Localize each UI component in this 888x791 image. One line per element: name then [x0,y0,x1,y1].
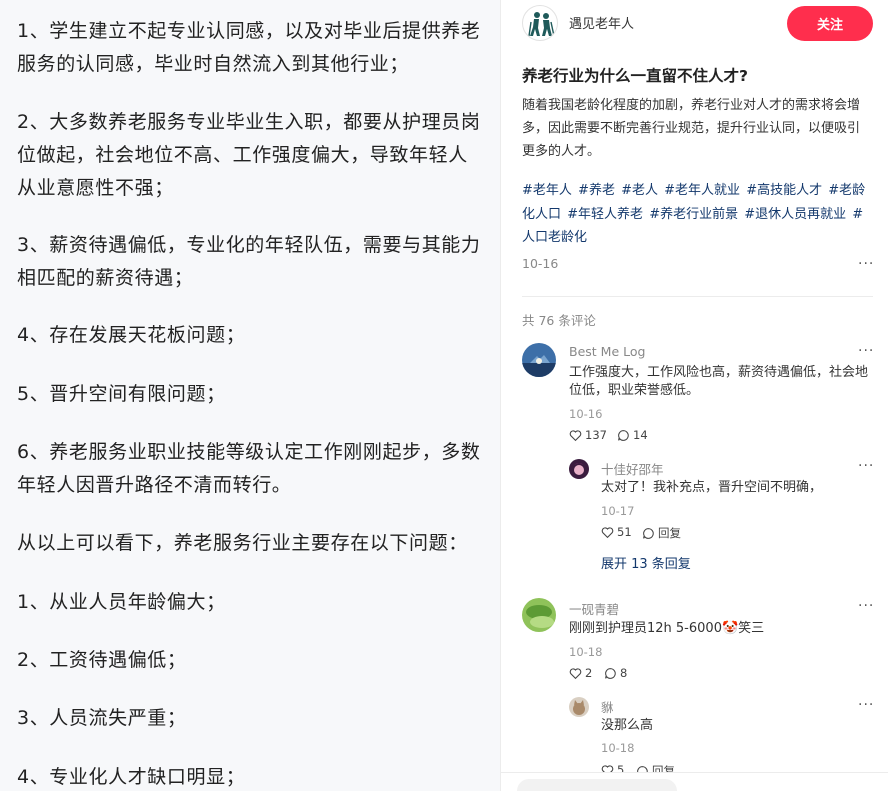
tag-link[interactable]: #养老行业前景 [649,207,738,222]
reply-button[interactable]: 14 [617,428,648,442]
heart-icon [569,667,582,679]
chat-bubble-icon [605,667,616,679]
tag-link[interactable]: #年轻人养老 [567,207,643,222]
follow-button[interactable]: 关注 [787,6,873,41]
image-paragraph-5: 5、晋升空间有限问题； [17,383,226,405]
post-date: 10-16 [522,256,559,271]
heart-icon [569,429,582,441]
reply-author[interactable]: 十佳好邵年 [601,459,664,478]
reply-text: 太对了！我补充点，晋升空间不明确， [601,480,823,495]
like-count: 137 [585,428,607,442]
tag-link[interactable]: #老年人就业 [664,183,740,198]
comment-text: 刚刚到护理员12h 5-6000🤡笑三 [569,621,765,636]
post-body: 随着我国老龄化程度的加剧，养老行业对人才的需求将会增多，因此需要不断完善行业规范… [522,98,861,159]
post-more-button[interactable]: ··· [858,256,874,272]
like-button[interactable]: 51 [601,525,632,539]
comment-count: 共 76 条评论 [522,313,596,328]
tag-list: #老年人 #养老 #老人 #老年人就业 #高技能人才 #老龄化人口 #年轻人养老… [522,179,876,250]
tag-link[interactable]: #退休人员再就业 [744,207,846,222]
comment-date: 10-16 [569,407,603,421]
image-paragraph-3: 3、薪资待遇偏低，专业化的年轻队伍，需要与其能力相匹配的薪资待遇； [17,234,481,289]
avatar[interactable] [522,343,556,377]
comment-text: 工作强度大，工作风险也高，薪资待遇偏低，社会地位低，职业荣誉感低。 [569,365,869,398]
chat-bubble-icon [643,527,654,539]
author-avatar[interactable] [522,5,558,41]
like-count: 51 [617,525,632,539]
cat-photo-icon [569,697,589,717]
comment-more-button[interactable]: ··· [858,343,874,359]
tag-link[interactable]: #老年人 [522,183,572,198]
elderly-couple-icon [528,12,555,37]
image-paragraph-8: 1、从业人员年龄偏大； [17,591,226,613]
like-count: 2 [585,666,593,680]
note-detail-window: 1、学生建立不起专业认同感，以及对毕业后提供养老服务的认同感，毕业时自然流入到其… [0,0,888,791]
heart-icon [601,526,614,538]
image-paragraph-9: 2、工资待遇偏低； [17,649,187,671]
like-button[interactable]: 137 [569,428,607,442]
divider [522,296,873,297]
comment-author[interactable]: Best Me Log [569,344,645,359]
like-button[interactable]: 2 [569,666,592,680]
reply-more-button[interactable]: ··· [858,458,874,474]
chat-bubble-icon [618,429,629,441]
reply-author[interactable]: 貅 [601,697,614,716]
author-name[interactable]: 遇见老年人 [569,13,634,32]
tag-link[interactable]: #老人 [621,183,658,198]
post-title: 养老行业为什么一直留不住人才? [522,67,748,85]
reply-date: 10-17 [601,504,635,518]
lake-photo-icon [522,343,556,377]
reply-count: 14 [633,428,648,442]
tag-link[interactable]: #养老 [578,183,615,198]
image-paragraph-7: 从以上可以看下，养老服务行业主要存在以下问题： [17,532,468,554]
comment-more-button[interactable]: ··· [858,598,874,614]
reply-button[interactable]: 回复 [642,525,681,541]
avatar[interactable] [569,697,589,717]
green-leaf-photo-icon [522,598,556,632]
avatar[interactable] [569,459,589,479]
comment-input[interactable] [517,779,677,791]
image-paragraph-10: 3、人员流失严重； [17,707,187,729]
expand-replies-link[interactable]: 展开 13 条回复 [601,553,691,572]
comment-date: 10-18 [569,645,603,659]
reply-count: 8 [620,666,628,680]
avatar[interactable] [522,598,556,632]
tag-link[interactable]: #高技能人才 [746,183,822,198]
reply-label: 回复 [658,526,681,540]
image-paragraph-4: 4、存在发展天花板问题； [17,324,246,346]
comment-author[interactable]: 一砚青碧 [569,599,619,618]
reply-button[interactable]: 8 [604,666,627,680]
image-paragraph-11: 4、专业化人才缺口明显； [17,766,246,788]
post-image: 1、学生建立不起专业认同感，以及对毕业后提供养老服务的认同感，毕业时自然流入到其… [0,0,500,791]
image-paragraph-1: 1、学生建立不起专业认同感，以及对毕业后提供养老服务的认同感，毕业时自然流入到其… [17,20,481,75]
reply-text: 没那么高 [601,718,654,733]
anime-avatar-icon [569,459,589,479]
reply-more-button[interactable]: ··· [858,697,874,713]
note-panel: 遇见老年人 关注 养老行业为什么一直留不住人才? 随着我国老龄化程度的加剧，养老… [501,0,888,791]
image-paragraph-2: 2、大多数养老服务专业毕业生入职，都要从护理员岗位做起，社会地位不高、工作强度偏… [17,111,481,199]
reply-date: 10-18 [601,741,635,755]
image-paragraph-6: 6、养老服务业职业技能等级认定工作刚刚起步，多数年轻人因晋升路径不清而转行。 [17,441,481,496]
